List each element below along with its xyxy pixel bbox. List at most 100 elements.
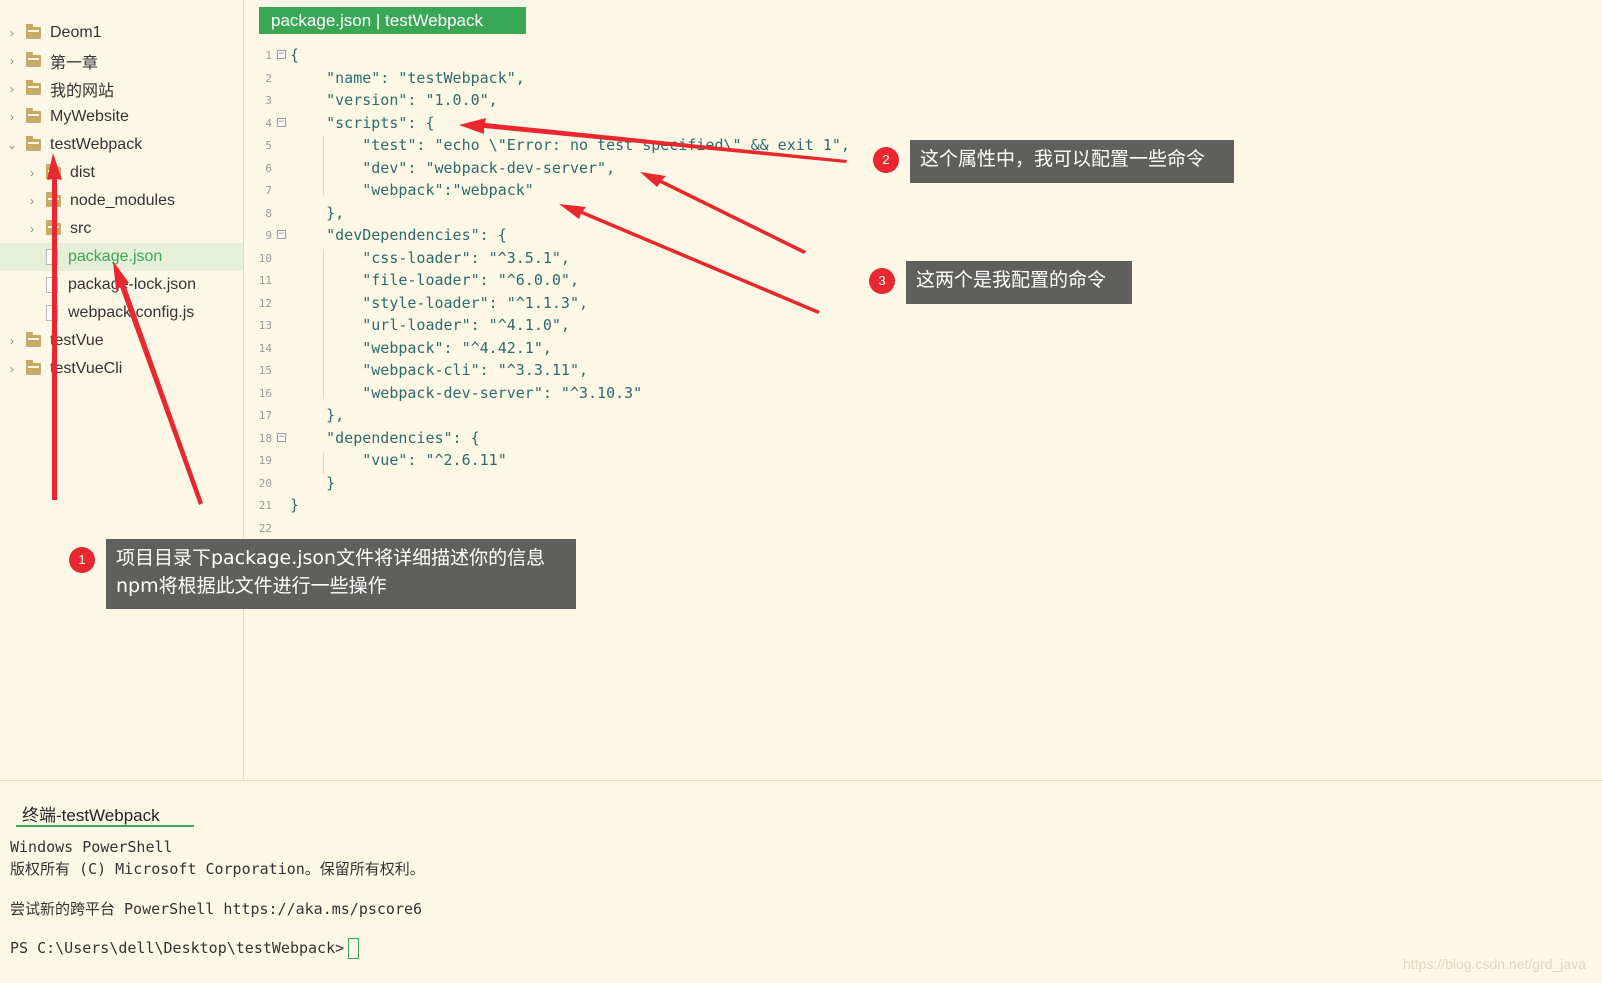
terminal-line: 版权所有 (C) Microsoft Corporation。保留所有权利。 xyxy=(10,858,425,879)
folder-icon xyxy=(46,192,61,207)
sidebar-item-label: node_modules xyxy=(70,192,175,209)
sidebar-item-label: MyWebsite xyxy=(50,108,129,125)
code-line[interactable]: 21} xyxy=(250,494,870,517)
file-icon xyxy=(46,277,58,293)
editor-tab-package-json[interactable]: package.json | testWebpack xyxy=(259,7,526,34)
file-explorer-sidebar: › Deom1 › 第一章 › 我的网站 › MyWebsite ⌄ testWebpack › di… xyxy=(0,0,244,780)
fold-toggle-icon[interactable]: − xyxy=(277,230,286,239)
code-line[interactable]: 15 "webpack-cli": "^3.3.11", xyxy=(250,359,870,382)
line-number: 2 xyxy=(265,71,272,85)
fold-toggle-icon[interactable]: − xyxy=(277,117,286,127)
code-line[interactable]: 16 "webpack-dev-server": "^3.10.3" xyxy=(250,382,870,405)
indent-guide xyxy=(323,452,324,474)
terminal-line: 尝试新的跨平台 PowerShell https://aka.ms/pscore… xyxy=(10,898,422,919)
sidebar-item-mywebsite[interactable]: › MyWebsite xyxy=(0,103,243,131)
chevron-right-icon[interactable]: › xyxy=(6,110,18,124)
line-number: 10 xyxy=(258,251,272,265)
sidebar-item-label: dist xyxy=(70,164,95,181)
terminal-prompt[interactable]: PS C:\Users\dell\Desktop\testWebpack> xyxy=(10,938,360,959)
code-line[interactable]: 2 "name": "testWebpack", xyxy=(250,67,870,90)
sidebar-item-label: 我的网站 xyxy=(50,83,115,100)
folder-icon xyxy=(26,80,41,95)
code-line[interactable]: 17 }, xyxy=(250,404,870,427)
annotation-badge-3: 3 xyxy=(869,268,895,294)
code-line[interactable]: 12 "style-loader": "^1.1.3", xyxy=(250,292,870,315)
watermark: https://blog.csdn.net/grd_java xyxy=(1403,956,1586,972)
code-line[interactable]: 8 }, xyxy=(250,202,870,225)
code-line[interactable]: 18− "dependencies": { xyxy=(250,427,870,450)
code-text: "scripts": { xyxy=(290,113,435,132)
code-line[interactable]: 5 "test": "echo \"Error: no test specifi… xyxy=(250,134,870,157)
code-line[interactable]: 20 } xyxy=(250,472,870,495)
code-line[interactable]: 13 "url-loader": "^4.1.0", xyxy=(250,314,870,337)
terminal-line: Windows PowerShell xyxy=(10,838,173,856)
annotation-badge-2: 2 xyxy=(873,147,899,173)
sidebar-item-src[interactable]: › src xyxy=(0,215,243,243)
sidebar-item-label: package.json xyxy=(68,248,163,265)
terminal-line-text: 版权所有 (C) Microsoft Corporation。保留所有权利。 xyxy=(10,860,425,878)
line-number: 7 xyxy=(265,184,272,197)
code-text: "style-loader": "^1.1.3", xyxy=(290,293,589,312)
sidebar-item-[interactable]: › 第一章 xyxy=(0,47,243,75)
fold-toggle-icon[interactable]: − xyxy=(277,432,286,442)
code-line[interactable]: 3 "version": "1.0.0", xyxy=(250,89,870,112)
code-line[interactable]: 4− "scripts": { xyxy=(250,112,870,135)
code-text: "url-loader": "^4.1.0", xyxy=(290,316,570,334)
terminal-panel[interactable]: 终端-testWebpack Windows PowerShell 版权所有 (C… xyxy=(0,780,1602,983)
annotation-callout-2: 这个属性中，我可以配置一些命令 xyxy=(910,140,1234,183)
chevron-right-icon[interactable]: › xyxy=(6,362,18,376)
code-line[interactable]: 7 "webpack":"webpack" xyxy=(250,179,870,202)
code-text: "webpack-dev-server": "^3.10.3" xyxy=(290,383,643,402)
chevron-right-icon[interactable]: › xyxy=(6,334,18,348)
sidebar-item-testvue[interactable]: › testVue xyxy=(0,327,243,355)
line-number: 3 xyxy=(265,94,272,107)
code-line[interactable]: 9− "devDependencies": { xyxy=(250,224,870,247)
sidebar-item-[interactable]: › 我的网站 xyxy=(0,75,243,103)
line-number: 1 xyxy=(265,49,272,62)
line-number: 15 xyxy=(258,364,272,377)
sidebar-item-package-json[interactable]: package.json xyxy=(0,243,243,271)
annotation-callout-3: 这两个是我配置的命令 xyxy=(906,261,1132,304)
code-text: "name": "testWebpack", xyxy=(290,68,525,87)
terminal-cursor xyxy=(348,938,360,959)
sidebar-item-testvuecli[interactable]: › testVueCli xyxy=(0,355,243,383)
code-text: "file-loader": "^6.0.0", xyxy=(290,271,579,289)
code-line[interactable]: 1−{ xyxy=(250,44,870,67)
sidebar-item-label: package-lock.json xyxy=(68,276,197,293)
line-number: 11 xyxy=(258,274,272,287)
code-line[interactable]: 14 "webpack": "^4.42.1", xyxy=(250,337,870,360)
code-line[interactable]: 11 "file-loader": "^6.0.0", xyxy=(250,269,870,292)
chevron-right-icon[interactable]: › xyxy=(6,26,18,40)
code-line[interactable]: 6 "dev": "webpack-dev-server", xyxy=(250,157,870,180)
code-text: { xyxy=(290,46,300,64)
sidebar-item-webpack-config-js[interactable]: webpack.config.js xyxy=(0,299,243,327)
folder-icon xyxy=(26,24,41,39)
chevron-right-icon[interactable]: › xyxy=(6,54,18,68)
code-line[interactable]: 22 xyxy=(250,517,870,540)
code-line[interactable]: 19 "vue": "^2.6.11" xyxy=(250,449,870,472)
code-text: } xyxy=(290,473,336,492)
code-text: }, xyxy=(290,203,345,222)
line-number: 6 xyxy=(265,161,272,175)
chevron-down-icon[interactable]: ⌄ xyxy=(6,138,18,152)
sidebar-item-package-lock-json[interactable]: package-lock.json xyxy=(0,271,243,299)
terminal-line-text: 尝试新的跨平台 PowerShell https://aka.ms/pscore… xyxy=(10,900,423,918)
code-text: "dev": "webpack-dev-server", xyxy=(290,158,616,177)
line-number: 17 xyxy=(258,409,272,422)
code-line[interactable]: 10 "css-loader": "^3.5.1", xyxy=(250,247,870,270)
folder-icon xyxy=(46,220,61,235)
chevron-right-icon[interactable]: › xyxy=(26,194,38,208)
indent-guide xyxy=(323,249,324,399)
sidebar-item-deom1[interactable]: › Deom1 xyxy=(0,19,243,47)
sidebar-item-testwebpack[interactable]: ⌄ testWebpack xyxy=(0,131,243,159)
line-number: 9 xyxy=(265,229,272,242)
sidebar-item-node-modules[interactable]: › node_modules xyxy=(0,187,243,215)
code-text: "webpack-cli": "^3.3.11", xyxy=(290,361,589,379)
chevron-right-icon[interactable]: › xyxy=(26,222,38,236)
chevron-right-icon[interactable]: › xyxy=(6,82,18,96)
sidebar-item-dist[interactable]: › dist xyxy=(0,159,243,187)
chevron-right-icon[interactable]: › xyxy=(26,166,38,180)
fold-toggle-icon[interactable]: − xyxy=(277,50,286,59)
terminal-tab[interactable]: 终端-testWebpack xyxy=(16,801,194,827)
code-text: "webpack": "^4.42.1", xyxy=(290,338,552,357)
